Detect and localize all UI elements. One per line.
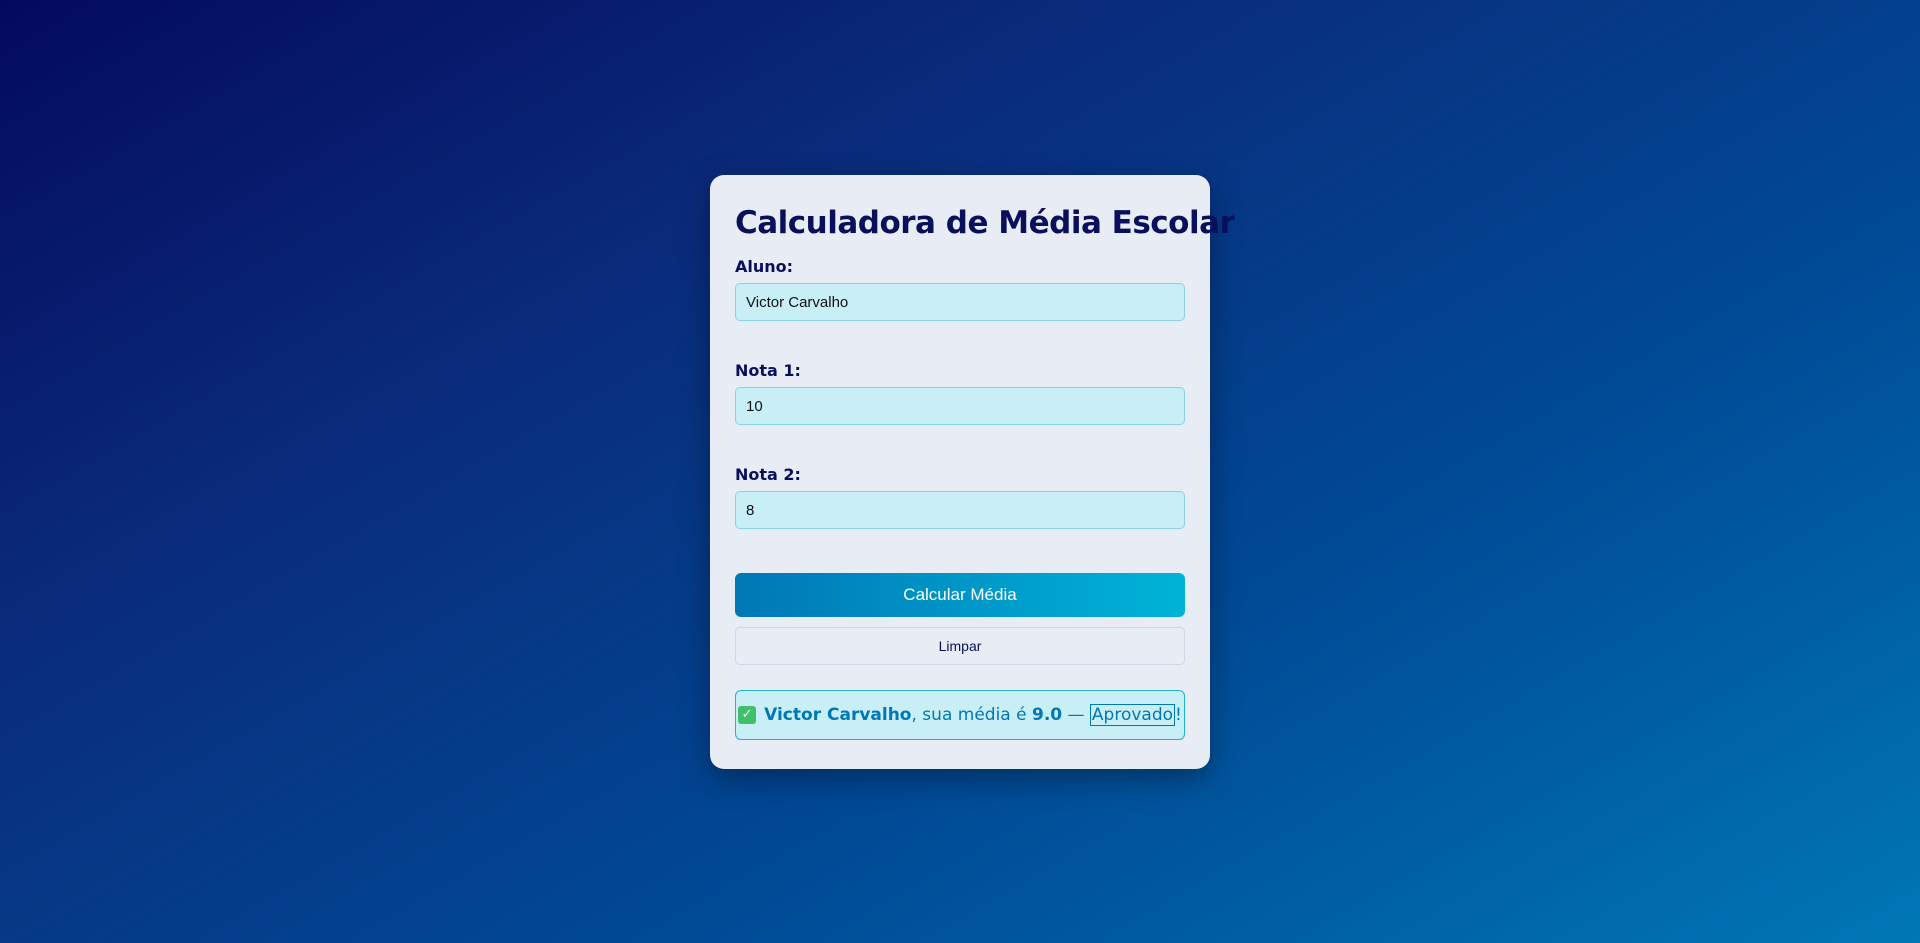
aluno-label: Aluno: (735, 257, 794, 276)
result-message: ✓ Victor Carvalho , sua média é 9.0 — Ap… (735, 690, 1185, 740)
nota2-input[interactable] (735, 491, 1185, 529)
clear-button[interactable]: Limpar (735, 627, 1185, 665)
aluno-input[interactable] (735, 283, 1185, 321)
nota1-field-group: Nota 1: (735, 361, 1185, 425)
result-text-middle: , sua média é (911, 705, 1032, 725)
result-separator: — (1062, 705, 1090, 725)
nota1-label: Nota 1: (735, 361, 801, 380)
aluno-field-group: Aluno: (735, 257, 1185, 321)
nota2-field-group: Nota 2: (735, 465, 1185, 529)
calculator-card: Calculadora de Média Escolar Aluno: Nota… (710, 175, 1235, 769)
nota2-label: Nota 2: (735, 465, 801, 484)
result-suffix: ! (1175, 705, 1182, 725)
result-student-name: Victor Carvalho (764, 705, 912, 725)
check-icon: ✓ (738, 706, 757, 724)
result-status-badge: Aprovado (1089, 704, 1176, 726)
result-average: 9.0 (1031, 705, 1063, 725)
page-title: Calculadora de Média Escolar (735, 205, 1235, 241)
calculate-average-button[interactable]: Calcular Média (735, 573, 1185, 617)
nota1-input[interactable] (735, 387, 1185, 425)
